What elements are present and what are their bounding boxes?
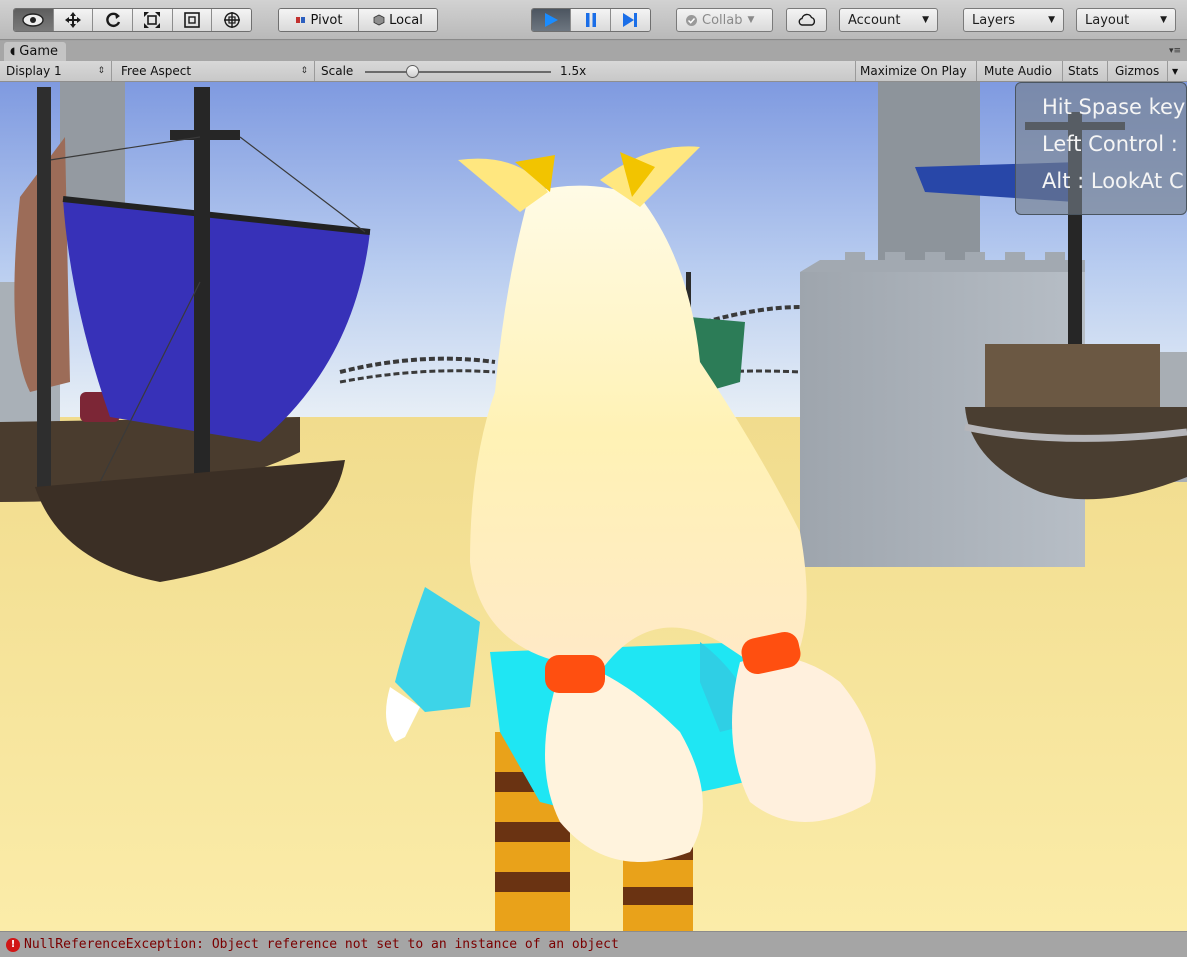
console-status-bar[interactable]: ! NullReferenceException: Object referen… — [0, 931, 1187, 957]
scale-value: 1.5x — [560, 64, 587, 78]
local-cube-icon — [373, 14, 385, 26]
error-icon: ! — [6, 937, 20, 952]
chevron-down-icon: ▼ — [1048, 15, 1055, 25]
game-viewport[interactable]: Hit Spase key Left Control : Alt : LookA… — [0, 82, 1187, 931]
layout-dropdown[interactable]: Layout ▼ — [1076, 8, 1176, 32]
tab-menu-icon[interactable]: ▾≡ — [1169, 46, 1181, 56]
mast-crossbar — [170, 130, 240, 140]
pivot-local-toggle: Pivot Local — [278, 8, 438, 32]
rotate-tool-button[interactable] — [93, 9, 134, 31]
step-forward-icon — [623, 13, 638, 27]
hint-line-2: Left Control : — [1042, 132, 1178, 156]
account-label: Account — [848, 12, 901, 28]
pivot-label: Pivot — [310, 12, 343, 28]
display-select[interactable]: Display 1 ⇕ — [0, 61, 112, 81]
chevron-down-icon: ▼ — [1160, 15, 1167, 25]
hint-line-1: Hit Spase key — [1042, 95, 1186, 119]
transform-tool-button[interactable] — [212, 9, 251, 31]
hint-line-3: Alt : LookAt C — [1042, 169, 1184, 193]
pacman-game-icon: ◖ — [10, 46, 16, 57]
step-button[interactable] — [610, 9, 650, 31]
local-label: Local — [389, 12, 423, 28]
scale-slider-thumb[interactable] — [406, 65, 419, 78]
gizmos-label: Gizmos — [1115, 64, 1160, 78]
chevron-down-icon: ▼ — [1172, 66, 1179, 76]
tab-game[interactable]: ◖ Game — [4, 42, 66, 61]
cloud-button[interactable] — [786, 8, 827, 32]
pause-button[interactable] — [571, 9, 611, 31]
transform-tools — [13, 8, 252, 32]
updown-arrow-icon: ⇕ — [300, 66, 308, 76]
eye-icon — [22, 13, 45, 27]
checkmark-circle-icon — [686, 14, 697, 26]
move-arrows-icon — [65, 12, 81, 28]
aspect-select[interactable]: Free Aspect ⇕ — [112, 61, 315, 81]
move-tool-button[interactable] — [53, 9, 94, 31]
rotate-icon — [105, 12, 120, 28]
play-button[interactable] — [532, 9, 572, 31]
pivot-icon — [295, 17, 305, 23]
game-view-toolbar: Display 1 ⇕ Free Aspect ⇕ Scale 1.5x Max… — [0, 61, 1187, 82]
rect-tool-button[interactable] — [172, 9, 213, 31]
gizmos-dropdown[interactable]: ▼ — [1168, 61, 1187, 81]
main-mast — [194, 87, 210, 517]
mute-audio-toggle[interactable]: Mute Audio — [977, 61, 1063, 81]
updown-arrow-icon: ⇕ — [97, 66, 105, 76]
chevron-down-icon: ▼ — [922, 15, 929, 25]
cloud-icon — [798, 13, 815, 26]
layers-dropdown[interactable]: Layers ▼ — [963, 8, 1064, 32]
pivot-button[interactable]: Pivot — [279, 9, 359, 31]
layout-label: Layout — [1085, 12, 1130, 28]
scale-tool-button[interactable] — [133, 9, 173, 31]
view-tool-button[interactable] — [14, 9, 54, 31]
gizmos-toggle[interactable]: Gizmos — [1108, 61, 1168, 81]
mute-audio-label: Mute Audio — [984, 64, 1052, 78]
account-dropdown[interactable]: Account ▼ — [839, 8, 938, 32]
play-icon — [545, 13, 559, 27]
stats-label: Stats — [1068, 64, 1099, 78]
maximize-on-play-label: Maximize On Play — [860, 64, 967, 78]
collab-dropdown[interactable]: Collab ▼ — [676, 8, 773, 32]
maximize-on-play-toggle[interactable]: Maximize On Play — [855, 61, 977, 81]
left-hair-tie — [545, 655, 605, 693]
game-scene — [0, 82, 1187, 931]
main-toolbar: Pivot Local Collab ▼ Account ▼ Layers ▼ … — [0, 0, 1187, 40]
error-message: NullReferenceException: Object reference… — [24, 937, 619, 952]
pause-icon — [585, 13, 596, 27]
scale-label: Scale — [321, 64, 354, 78]
aspect-label: Free Aspect — [121, 64, 192, 78]
rect-transform-icon — [184, 12, 200, 28]
game-tab-title: Game — [19, 44, 58, 59]
display-label: Display 1 — [6, 64, 62, 78]
stats-toggle[interactable]: Stats — [1063, 61, 1108, 81]
play-controls — [531, 8, 651, 32]
layers-label: Layers — [972, 12, 1016, 28]
left-mast — [37, 87, 51, 487]
transform-gizmo-icon — [223, 12, 240, 28]
scale-icon — [144, 12, 161, 28]
game-tab-bar: ◖ Game ▾≡ — [0, 41, 1187, 61]
controls-hint-panel: Hit Spase key Left Control : Alt : LookA… — [1015, 82, 1187, 215]
chevron-down-icon: ▼ — [747, 15, 755, 25]
scale-slider-track[interactable] — [365, 71, 551, 73]
collab-label: Collab — [702, 12, 743, 28]
local-button[interactable]: Local — [359, 9, 437, 31]
